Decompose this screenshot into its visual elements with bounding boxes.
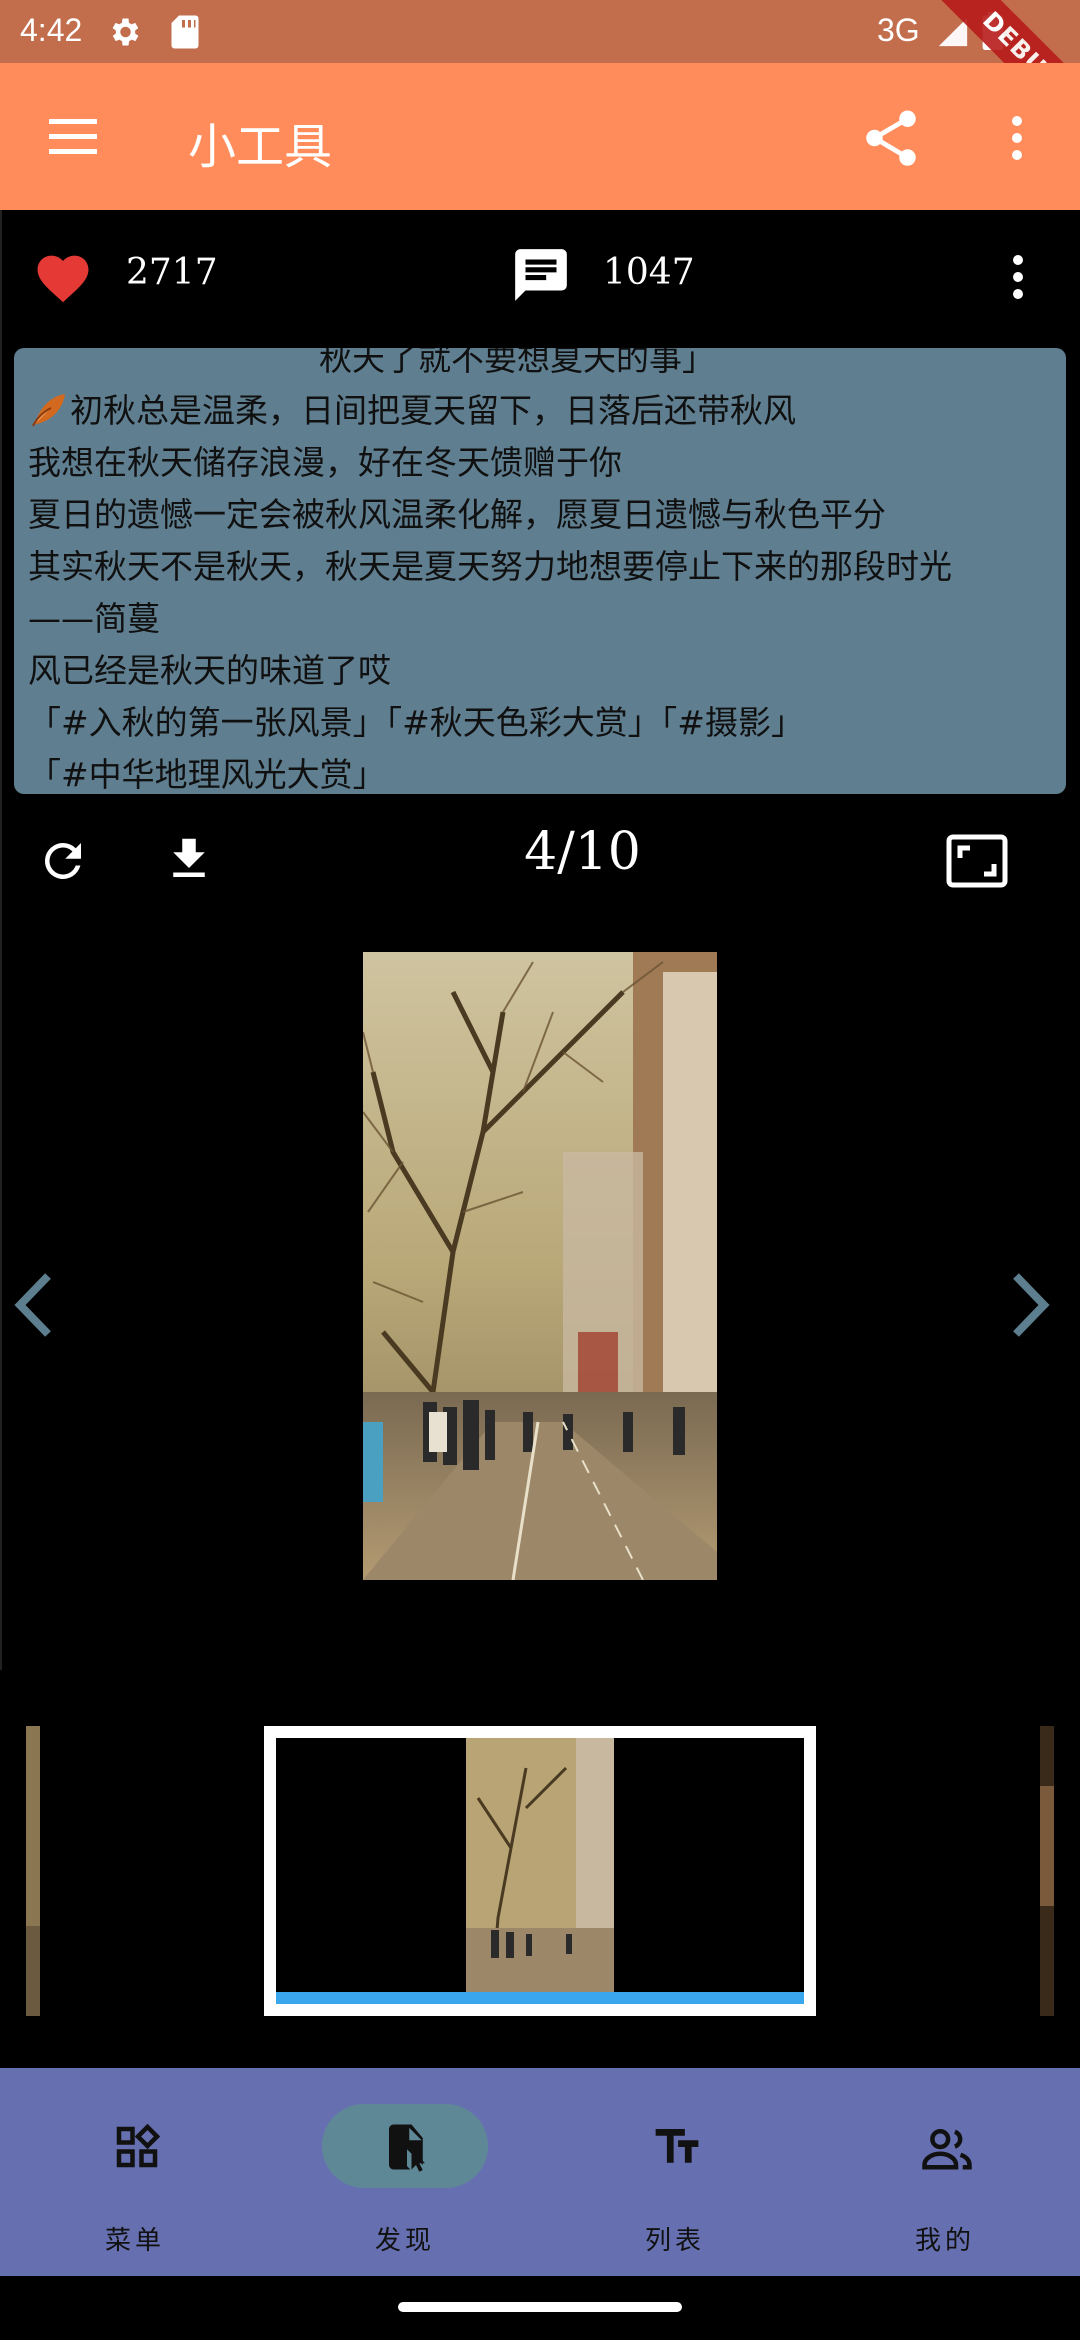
thumbnail-image <box>466 1738 614 2004</box>
description-line: ——简蔓 <box>28 599 160 638</box>
refresh-icon[interactable] <box>36 834 90 888</box>
more-vert-icon[interactable] <box>994 105 1040 171</box>
thumbnail-selected-bar <box>276 1992 804 2004</box>
thumbnail-previous[interactable] <box>26 1726 40 2016</box>
description-card[interactable]: 秋天了就不要想夏天的事」 初秋总是温柔，日间把夏天留下，日落后还带秋风 我想在秋… <box>14 348 1066 794</box>
thumbnail-next[interactable] <box>1040 1726 1054 2016</box>
image-viewer <box>0 920 1080 1680</box>
nav-item-list[interactable]: 列表 <box>540 2068 810 2276</box>
page-indicator: 4/10 <box>524 822 641 882</box>
main-photo[interactable] <box>363 952 717 1580</box>
description-line-text: 初秋总是温柔，日间把夏天留下，日落后还带秋风 <box>70 391 796 430</box>
chevron-left-icon[interactable] <box>10 1270 58 1340</box>
settings-gear-icon <box>112 18 139 46</box>
status-time: 4:42 <box>20 12 83 48</box>
network-type: 3G <box>877 12 920 48</box>
nav-item-discover[interactable]: 发现 <box>270 2068 540 2276</box>
screen: 4:42 3G DEBUG 小工具 2717 1047 秋天了就不要想夏天的事」… <box>0 0 1080 2340</box>
description-line: 初秋总是温柔，日间把夏天留下，日落后还带秋风 <box>28 384 796 432</box>
nav-label: 菜单 <box>104 2226 165 2256</box>
description-line: 风已经是秋天的味道了哎 <box>28 651 391 690</box>
nav-item-menu[interactable]: 菜单 <box>0 2068 270 2276</box>
nav-item-mine[interactable]: 我的 <box>810 2068 1080 2276</box>
bottom-navigation: 菜单 发现 列表 我的 <box>0 2068 1080 2276</box>
sd-card-icon <box>171 15 199 49</box>
thumbnail-strip <box>0 1720 1080 2020</box>
fallen-leaf-icon <box>32 394 65 427</box>
app-bar: 小工具 <box>0 63 1080 210</box>
image-toolbar: 4/10 <box>0 800 1080 920</box>
heart-icon[interactable] <box>32 248 94 304</box>
nav-label: 列表 <box>644 2226 705 2256</box>
comment-count: 1047 <box>603 252 695 293</box>
description-tags-line: 「#中华地理风光大赏」 <box>28 755 386 794</box>
chevron-right-icon[interactable] <box>1006 1270 1054 1340</box>
like-count: 2717 <box>126 252 218 293</box>
nav-label: 发现 <box>374 2226 435 2256</box>
description-cut-line: 秋天了就不要想夏天的事」 <box>319 348 715 378</box>
thumbnail-selected[interactable] <box>264 1726 816 2016</box>
description-line: 我想在秋天储存浪漫，好在冬天馈赠于你 <box>28 443 622 482</box>
widgets-icon <box>116 2123 161 2168</box>
download-icon[interactable] <box>162 832 216 886</box>
app-title: 小工具 <box>188 119 333 175</box>
stats-row: 2717 1047 <box>0 210 1080 340</box>
people-icon <box>922 2128 972 2170</box>
description-line: 其实秋天不是秋天，秋天是夏天努力地想要停止下来的那段时光 <box>28 547 952 586</box>
status-bar: 4:42 3G DEBUG <box>0 0 1080 151</box>
comment-icon[interactable] <box>510 244 572 306</box>
document-pointer-icon <box>389 2124 425 2172</box>
more-vert-icon[interactable] <box>1000 244 1036 310</box>
hamburger-menu-icon[interactable] <box>38 105 108 169</box>
nav-label: 我的 <box>914 2226 975 2256</box>
description-tags-line: 「#入秋的第一张风景」「#秋天色彩大赏」「#摄影」 <box>28 703 804 742</box>
description-line: 夏日的遗憾一定会被秋风温柔化解，愿夏日遗憾与秋色平分 <box>28 495 886 534</box>
fullscreen-icon[interactable] <box>946 834 1008 888</box>
share-icon[interactable] <box>858 105 924 171</box>
text-fields-icon <box>655 2129 699 2163</box>
home-indicator[interactable] <box>398 2302 682 2312</box>
